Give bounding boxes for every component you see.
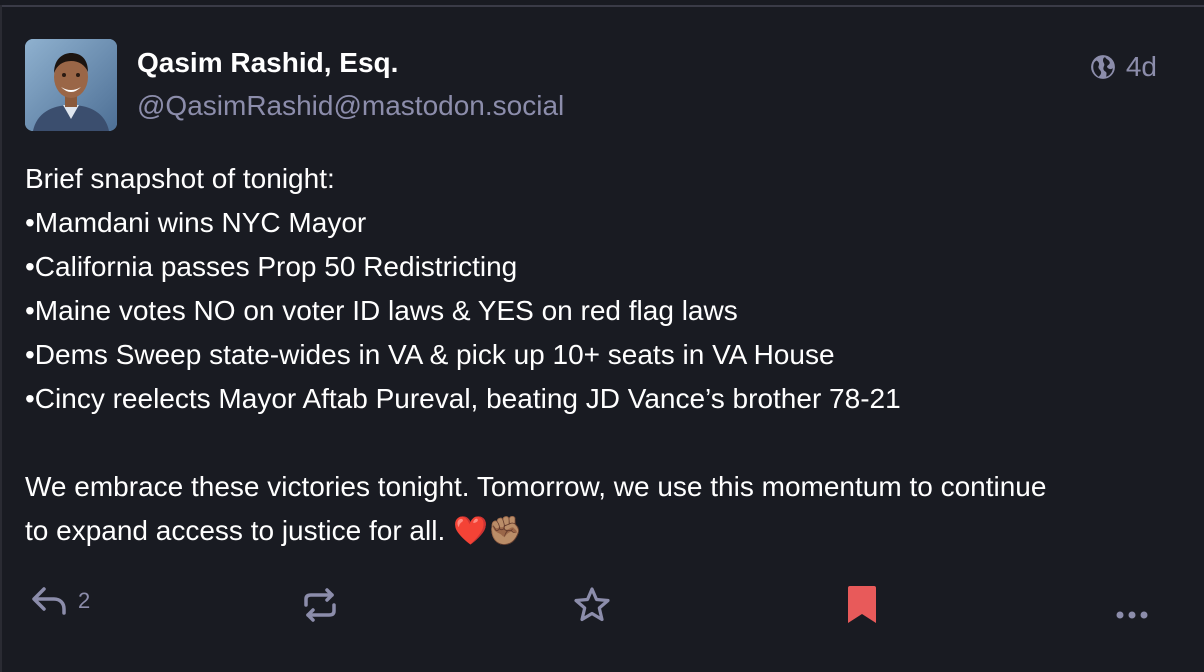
action-bar: 2	[0, 585, 1204, 629]
avatar-image	[25, 39, 117, 131]
boost-icon	[304, 588, 336, 622]
boost-button[interactable]	[300, 585, 340, 625]
content-line: We embrace these victories tonight. Tomo…	[25, 471, 1047, 502]
post-meta: 4d	[1090, 51, 1157, 83]
content-line: to expand access to justice for all. ❤️✊…	[25, 515, 523, 546]
post-content: Brief snapshot of tonight: •Mamdani wins…	[25, 157, 1175, 553]
star-icon	[574, 587, 610, 622]
content-line: •Maine votes NO on voter ID laws & YES o…	[25, 295, 738, 326]
avatar[interactable]	[25, 39, 117, 131]
bookmark-icon	[848, 586, 876, 623]
reply-count: 2	[78, 588, 91, 613]
content-line: •Cincy reelects Mayor Aftab Pureval, bea…	[25, 383, 901, 414]
status-post[interactable]: Qasim Rashid, Esq. @QasimRashid@mastodon…	[0, 7, 1204, 672]
content-line: •Dems Sweep state-wides in VA & pick up …	[25, 339, 835, 370]
reply-icon	[32, 587, 66, 615]
reply-button[interactable]: 2	[30, 585, 90, 617]
favourite-button[interactable]	[572, 585, 612, 625]
relative-timestamp[interactable]: 4d	[1126, 51, 1157, 83]
content-line: •California passes Prop 50 Redistricting	[25, 251, 518, 282]
content-line: Brief snapshot of tonight:	[25, 163, 335, 194]
account-handle[interactable]: @QasimRashid@mastodon.social	[137, 90, 564, 122]
globe-icon	[1090, 55, 1115, 79]
more-options-button[interactable]	[1114, 585, 1150, 625]
bookmark-button[interactable]	[846, 585, 878, 625]
display-name[interactable]: Qasim Rashid, Esq.	[137, 47, 398, 79]
content-line: •Mamdani wins NYC Mayor	[25, 207, 367, 238]
ellipsis-icon	[1116, 611, 1148, 619]
